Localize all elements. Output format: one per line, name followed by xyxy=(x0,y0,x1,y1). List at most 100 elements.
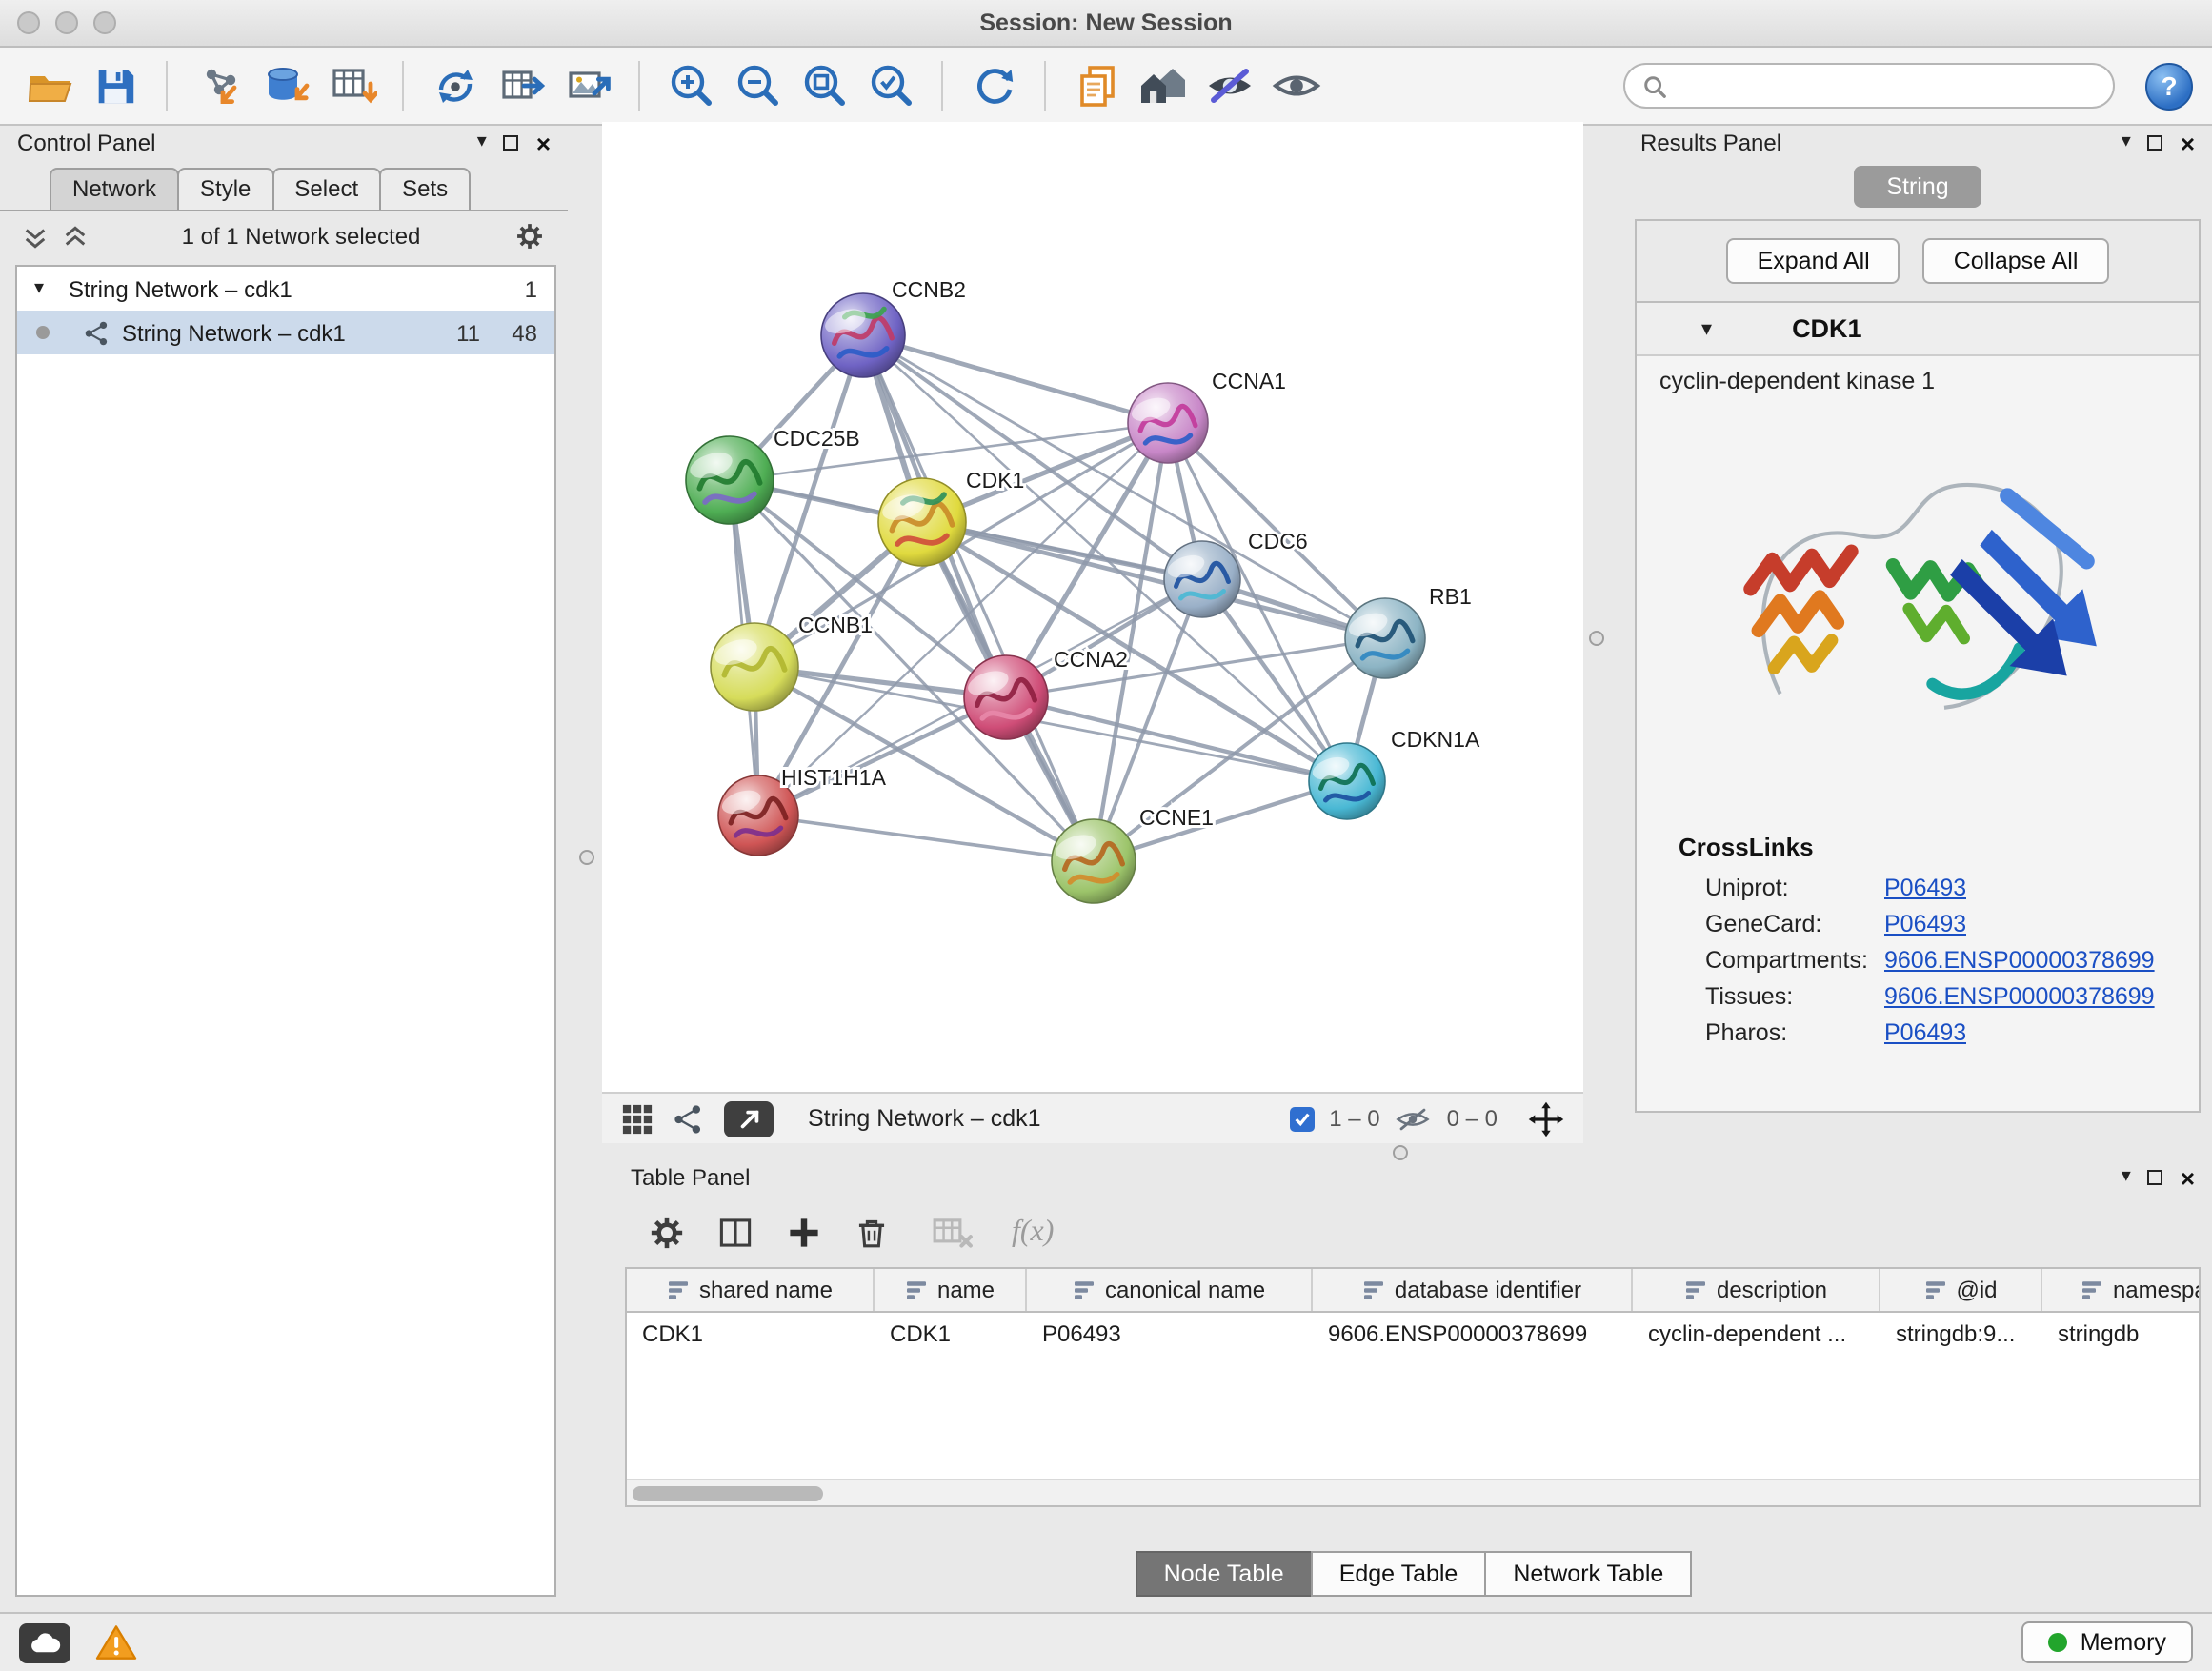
memory-button[interactable]: Memory xyxy=(2021,1621,2193,1663)
column-icon xyxy=(905,1278,928,1301)
table-cell[interactable]: P06493 xyxy=(1027,1313,1313,1353)
table-cell[interactable]: CDK1 xyxy=(875,1313,1027,1353)
table-cell[interactable]: cyclin-dependent ... xyxy=(1633,1313,1880,1353)
birdseye-view-button[interactable] xyxy=(724,1100,774,1137)
column-header--id[interactable]: @id xyxy=(1880,1269,2042,1311)
expand-all-icon[interactable] xyxy=(63,224,88,249)
import-network-database-button[interactable] xyxy=(255,56,314,115)
network-edge[interactable] xyxy=(922,522,1385,638)
splitter-handle[interactable] xyxy=(579,850,594,865)
column-header-name[interactable]: name xyxy=(875,1269,1027,1311)
show-all-button[interactable] xyxy=(1267,56,1326,115)
tree-collapse-icon[interactable]: ▾ xyxy=(34,278,57,299)
collapse-all-button[interactable]: Collapse All xyxy=(1923,238,2109,284)
grid-view-icon[interactable] xyxy=(621,1102,654,1135)
crosslink-link[interactable]: 9606.ENSP00000378699 xyxy=(1884,946,2155,973)
expand-all-button[interactable]: Expand All xyxy=(1727,238,1900,284)
collapse-section-icon[interactable]: ▾ xyxy=(1701,316,1712,341)
add-column-icon[interactable] xyxy=(785,1214,823,1252)
warning-icon[interactable] xyxy=(95,1623,137,1661)
zoom-fit-button[interactable] xyxy=(794,56,854,115)
splitter-handle[interactable] xyxy=(1589,631,1604,646)
home-button[interactable] xyxy=(1134,56,1193,115)
splitter-handle[interactable] xyxy=(1393,1145,1408,1160)
refresh-button[interactable] xyxy=(964,56,1023,115)
panel-float-icon[interactable] xyxy=(2148,135,2163,151)
save-session-button[interactable] xyxy=(86,56,145,115)
zoom-out-button[interactable] xyxy=(728,56,787,115)
network-tree-row[interactable]: String Network – cdk11148 xyxy=(17,311,554,354)
network-from-selection-button[interactable] xyxy=(425,56,484,115)
search-input[interactable] xyxy=(1679,70,2096,101)
column-header-database-identifier[interactable]: database identifier xyxy=(1313,1269,1633,1311)
gene-header[interactable]: ▾ CDK1 xyxy=(1637,303,2199,356)
crosslink-link[interactable]: P06493 xyxy=(1884,910,1966,936)
maximize-button[interactable] xyxy=(93,11,116,34)
tab-style[interactable]: Style xyxy=(177,168,273,210)
column-header-namespace[interactable]: namespace xyxy=(2042,1269,2201,1311)
network-tree-row[interactable]: ▾String Network – cdk11 xyxy=(17,267,554,311)
minimize-button[interactable] xyxy=(55,11,78,34)
network-edge[interactable] xyxy=(758,815,1094,861)
table-cell[interactable]: CDK1 xyxy=(627,1313,875,1353)
tab-network-table[interactable]: Network Table xyxy=(1484,1551,1692,1597)
copy-document-button[interactable] xyxy=(1067,56,1126,115)
zoom-selected-button[interactable] xyxy=(861,56,920,115)
panel-float-icon[interactable] xyxy=(504,135,519,151)
panel-menu-icon[interactable]: ▾ xyxy=(2122,1168,2131,1187)
table-cell[interactable]: 9606.ENSP00000378699 xyxy=(1313,1313,1633,1353)
table-row[interactable]: CDK1CDK1P064939606.ENSP00000378699cyclin… xyxy=(627,1313,2199,1353)
hidden-eye-icon[interactable] xyxy=(1396,1104,1432,1133)
tab-edge-table[interactable]: Edge Table xyxy=(1311,1551,1487,1597)
crosslink-link[interactable]: 9606.ENSP00000378699 xyxy=(1884,982,2155,1009)
hide-selected-button[interactable] xyxy=(1200,56,1259,115)
selected-nodes-checkbox[interactable] xyxy=(1289,1106,1314,1131)
network-edge[interactable] xyxy=(863,335,1168,423)
export-table-button[interactable] xyxy=(492,56,551,115)
tab-string[interactable]: String xyxy=(1854,166,1981,208)
panel-close-icon[interactable]: × xyxy=(536,131,551,155)
gear-icon[interactable] xyxy=(514,221,545,252)
crosslink-link[interactable]: P06493 xyxy=(1884,1018,1966,1045)
network-edge[interactable] xyxy=(863,335,1094,861)
tab-node-table[interactable]: Node Table xyxy=(1136,1551,1313,1597)
network-graph[interactable]: CCNB2CCNA1CDC25BCDK1CDC6RB1CCNB1CCNA2CDK… xyxy=(602,122,1583,1092)
export-image-button[interactable] xyxy=(558,56,617,115)
gear-icon[interactable] xyxy=(648,1214,686,1252)
column-header-canonical-name[interactable]: canonical name xyxy=(1027,1269,1313,1311)
search-box[interactable] xyxy=(1623,63,2115,109)
delete-column-icon[interactable] xyxy=(854,1214,890,1252)
crosslink-link[interactable]: P06493 xyxy=(1884,874,1966,900)
tab-network[interactable]: Network xyxy=(50,168,179,210)
function-builder-button[interactable]: f(x) xyxy=(1012,1216,1054,1250)
table-cell[interactable]: stringdb:9... xyxy=(1880,1313,2042,1353)
columns-icon[interactable] xyxy=(716,1214,754,1252)
tab-select[interactable]: Select xyxy=(271,168,381,210)
column-header-description[interactable]: description xyxy=(1633,1269,1880,1311)
crosslink-label: Uniprot: xyxy=(1705,874,1884,900)
close-button[interactable] xyxy=(17,11,40,34)
panel-menu-icon[interactable]: ▾ xyxy=(2122,133,2131,152)
column-header-shared-name[interactable]: shared name xyxy=(627,1269,875,1311)
share-network-icon[interactable] xyxy=(673,1102,705,1135)
import-network-file-button[interactable] xyxy=(189,56,248,115)
table-cell[interactable]: stringdb xyxy=(2042,1313,2201,1353)
network-canvas[interactable]: CCNB2CCNA1CDC25BCDK1CDC6RB1CCNB1CCNA2CDK… xyxy=(602,122,1583,1092)
application-window: Session: New Session xyxy=(0,0,2212,1671)
panel-close-icon[interactable]: × xyxy=(2181,1165,2195,1190)
help-button[interactable]: ? xyxy=(2145,62,2193,110)
panel-float-icon[interactable] xyxy=(2148,1170,2163,1185)
scrollbar-thumb[interactable] xyxy=(633,1485,823,1500)
horizontal-scrollbar[interactable] xyxy=(627,1479,2199,1505)
zoom-in-button[interactable] xyxy=(661,56,720,115)
column-header-label: database identifier xyxy=(1395,1277,1581,1303)
open-session-button[interactable] xyxy=(19,56,78,115)
panel-close-icon[interactable]: × xyxy=(2181,131,2195,155)
panel-menu-icon[interactable]: ▾ xyxy=(477,133,487,152)
import-table-button[interactable] xyxy=(322,56,381,115)
move-crosshair-icon[interactable] xyxy=(1528,1100,1564,1137)
tab-sets[interactable]: Sets xyxy=(379,168,471,210)
cloud-button[interactable] xyxy=(19,1622,70,1662)
node-label-ccna2: CCNA2 xyxy=(1054,647,1128,672)
collapse-all-icon[interactable] xyxy=(23,224,48,249)
